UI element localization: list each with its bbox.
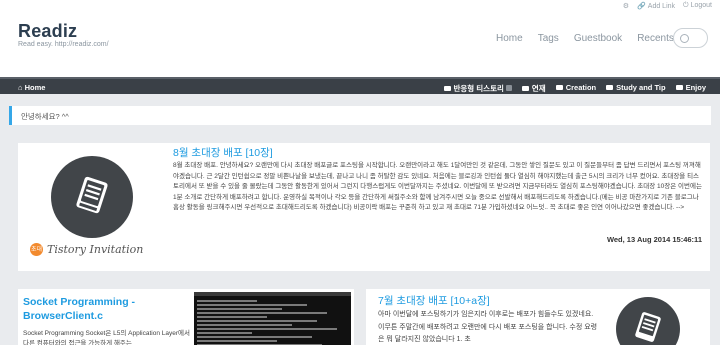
post-thumbnail-terminal[interactable] xyxy=(194,292,351,345)
site-tagline: Read easy. http://readiz.com/ xyxy=(18,41,109,48)
category-label: 연재 xyxy=(531,84,546,93)
search-icon xyxy=(680,34,689,43)
category-serial[interactable]: 연재 xyxy=(521,83,546,94)
home-icon: ⌂ xyxy=(18,83,23,92)
notice-banner: 안녕하세요? ^^ xyxy=(9,106,711,125)
folder-icon xyxy=(443,85,451,91)
gear-icon[interactable]: ⚙ xyxy=(623,2,629,10)
category-label: Enjoy xyxy=(685,83,706,92)
folder-icon xyxy=(606,84,614,90)
category-home-label: Home xyxy=(24,83,46,92)
utility-bar: ⚙ 🔗 Add Link ⏻ Logout xyxy=(623,2,712,10)
nav-tags[interactable]: Tags xyxy=(538,33,559,44)
nav-home[interactable]: Home xyxy=(496,33,523,44)
book-icon xyxy=(76,176,108,214)
post-card[interactable]: 7월 초대장 배포 [10+a장] 아마 이번달에 포스팅하기가 임은지라 이후… xyxy=(366,289,710,345)
category-home[interactable]: ⌂ Home xyxy=(18,83,45,92)
terminal-line xyxy=(197,340,277,342)
search-input[interactable] xyxy=(673,28,708,48)
post-excerpt: 8월 초대장 배포. 안녕하세요? 오랜만에 다시 초대장 배포글로 포스팅을 … xyxy=(173,162,702,212)
post-title[interactable]: 7월 초대장 배포 [10+a장] xyxy=(378,293,490,308)
folder-icon xyxy=(675,84,683,90)
category-study-and-tip[interactable]: Study and Tip xyxy=(606,83,666,94)
category-responsive-tistory[interactable]: 반응형 티스토리 xyxy=(443,83,512,94)
folder-icon xyxy=(555,84,563,90)
category-nav: ⌂ Home 반응형 티스토리 연재 Creation Study and Ti… xyxy=(0,77,720,94)
terminal-line xyxy=(197,316,267,318)
add-link-button[interactable]: 🔗 Add Link xyxy=(637,2,675,10)
main-nav: Home Tags Guestbook Recents xyxy=(496,33,689,44)
post-excerpt: Socket Programming Socket은 L5의 Applicati… xyxy=(23,330,190,345)
thumbnail-caption: 초대 Tistory Invitation xyxy=(30,242,144,257)
add-link-label: Add Link xyxy=(647,3,676,10)
category-enjoy[interactable]: Enjoy xyxy=(675,83,706,94)
link-icon: 🔗 xyxy=(637,3,646,10)
terminal-line xyxy=(197,328,337,330)
thumbnail-caption-text: Tistory Invitation xyxy=(47,243,144,256)
notice-text: 안녕하세요? ^^ xyxy=(21,112,69,121)
book-icon xyxy=(635,312,661,342)
category-label: Study and Tip xyxy=(616,83,666,92)
nav-recents[interactable]: Recents xyxy=(637,33,674,44)
logout-button[interactable]: ⏻ Logout xyxy=(683,2,712,10)
category-label: Creation xyxy=(565,83,597,92)
terminal-line xyxy=(197,336,312,338)
terminal-line xyxy=(197,332,252,334)
site-header: ⚙ 🔗 Add Link ⏻ Logout Readiz Read easy. ht… xyxy=(0,0,720,77)
terminal-line xyxy=(197,300,257,302)
logout-icon: ⏻ xyxy=(683,2,689,9)
post-title[interactable]: Socket Programming - BrowserClient.c xyxy=(23,295,193,323)
post-card[interactable]: Socket Programming - BrowserClient.c Soc… xyxy=(18,289,354,345)
terminal-line xyxy=(197,308,282,310)
nav-guestbook[interactable]: Guestbook xyxy=(574,33,622,44)
post-date: Wed, 13 Aug 2014 15:46:11 xyxy=(606,235,702,244)
terminal-line xyxy=(197,312,327,314)
folder-icon xyxy=(521,85,529,91)
category-label: 반응형 티스토리 xyxy=(453,84,504,93)
post-card[interactable]: 초대 Tistory Invitation 8월 초대장 배포 [10장] 8월 … xyxy=(18,143,710,271)
site-logo[interactable]: Readiz xyxy=(18,21,77,42)
post-excerpt: 아마 이번달에 포스팅하기가 임은지라 이후로는 배포가 힘들수도 있겠네요. … xyxy=(378,311,598,343)
category-list: 반응형 티스토리 연재 Creation Study and Tip Enjoy xyxy=(443,83,706,94)
logout-label: Logout xyxy=(690,2,712,9)
post-thumbnail[interactable]: 초대 Tistory Invitation xyxy=(18,143,166,271)
terminal-titlebar xyxy=(194,292,351,296)
rss-icon xyxy=(505,85,512,92)
invitation-badge: 초대 xyxy=(30,242,43,256)
terminal-line xyxy=(197,304,307,306)
category-creation[interactable]: Creation xyxy=(555,83,597,94)
post-title[interactable]: 8월 초대장 배포 [10장] xyxy=(173,145,273,160)
terminal-line xyxy=(197,324,292,326)
terminal-line xyxy=(197,320,317,322)
